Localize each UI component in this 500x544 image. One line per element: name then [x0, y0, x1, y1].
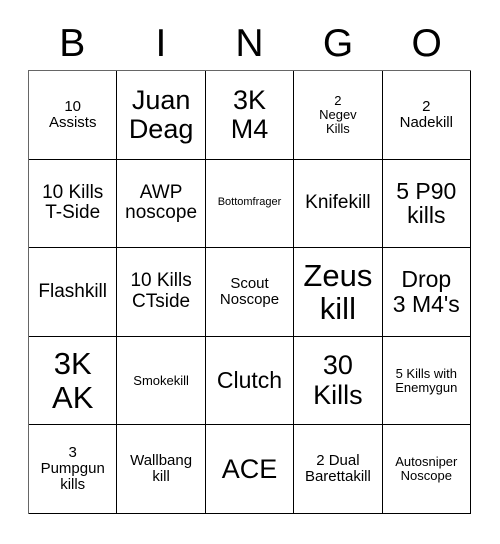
bingo-cell-label: Scout Noscope — [219, 274, 280, 308]
bingo-cell[interactable]: Scout Noscope — [205, 248, 295, 337]
bingo-cell-label: 30 Kills — [313, 350, 363, 410]
bingo-cell[interactable]: 10 Kills CTside — [117, 248, 206, 337]
bingo-cell[interactable]: 30 Kills — [294, 336, 383, 426]
bingo-header-row: B I N G O — [28, 16, 471, 70]
bingo-cell[interactable]: 10 Kills T-Side — [29, 159, 118, 249]
bingo-cell[interactable]: ACE — [205, 425, 295, 514]
bingo-cell[interactable]: Smokekill — [117, 336, 206, 426]
bingo-cell-label: 2 Dual Barettakill — [304, 452, 371, 486]
bingo-header-letter-o: O — [411, 21, 442, 65]
bingo-cell-label: Juan Deag — [128, 84, 194, 144]
bingo-cell-label: Smokekill — [133, 372, 189, 388]
bingo-cell[interactable]: Juan Deag — [117, 71, 206, 160]
bingo-cell[interactable]: 2 Dual Barettakill — [294, 425, 383, 514]
bingo-cell-label: Knifekill — [305, 192, 371, 214]
bingo-card: B I N G O 10 Assists Juan Deag 3K M4 2 N… — [0, 0, 500, 544]
bingo-cell-label: Clutch — [216, 367, 283, 394]
bingo-cell[interactable]: Knifekill — [294, 159, 383, 249]
bingo-cell[interactable]: Drop 3 M4's — [382, 248, 471, 337]
bingo-header-letter-n: N — [235, 21, 264, 65]
bingo-cell-label: Drop 3 M4's — [392, 266, 460, 317]
bingo-cell[interactable]: 2 Nadekill — [382, 71, 471, 160]
bingo-cell-label: 10 Kills T-Side — [42, 181, 104, 224]
bingo-cell-label: 5 P90 kills — [396, 177, 457, 229]
bingo-cell[interactable]: Zeus kill — [294, 248, 383, 337]
bingo-cell[interactable]: 5 P90 kills — [382, 159, 471, 249]
bingo-cell[interactable]: 3 Pumpgun kills — [29, 425, 118, 514]
bingo-cell-label: AWP noscope — [125, 181, 198, 224]
bingo-cell-label: 3 Pumpgun kills — [40, 443, 105, 494]
bingo-header-letter-b: B — [59, 21, 86, 65]
bingo-cell-label: 2 Negev Kills — [319, 92, 357, 136]
bingo-cell-label: Wallbang kill — [130, 452, 193, 486]
bingo-cell-label: 3K AK — [52, 346, 94, 415]
bingo-cell[interactable]: Bottomfrager — [205, 159, 295, 249]
bingo-cell[interactable]: 2 Negev Kills — [294, 71, 383, 160]
bingo-header-letter-g: G — [322, 21, 354, 65]
bingo-grid: 10 Assists Juan Deag 3K M4 2 Negev Kills… — [28, 70, 471, 514]
bingo-cell-label: 3K M4 — [230, 84, 269, 144]
bingo-cell-label: 10 Assists — [48, 97, 97, 131]
bingo-header-letter-i: I — [155, 21, 167, 65]
bingo-cell-label: 5 Kills with Enemygun — [395, 365, 458, 395]
bingo-cell-label: 2 Nadekill — [399, 97, 453, 131]
bingo-cell[interactable]: AWP noscope — [117, 159, 206, 249]
bingo-cell-label: 10 Kills CTside — [130, 270, 192, 312]
bingo-cell[interactable]: 10 Assists — [29, 71, 118, 160]
bingo-cell[interactable]: 3K M4 — [205, 71, 295, 160]
bingo-cell[interactable]: 5 Kills with Enemygun — [382, 336, 471, 426]
bingo-cell[interactable]: Wallbang kill — [117, 425, 206, 514]
bingo-cell-label: Bottomfrager — [217, 196, 282, 209]
bingo-cell-label: Zeus kill — [303, 257, 373, 326]
bingo-cell-label: ACE — [221, 453, 278, 484]
bingo-cell-label: Autosniper Noscope — [395, 454, 458, 484]
bingo-cell[interactable]: 3K AK — [29, 336, 118, 426]
bingo-cell[interactable]: Autosniper Noscope — [382, 425, 471, 514]
bingo-cell[interactable]: Clutch — [205, 336, 295, 426]
bingo-cell[interactable]: Flashkill — [29, 248, 118, 337]
bingo-cell-label: Flashkill — [38, 280, 107, 302]
